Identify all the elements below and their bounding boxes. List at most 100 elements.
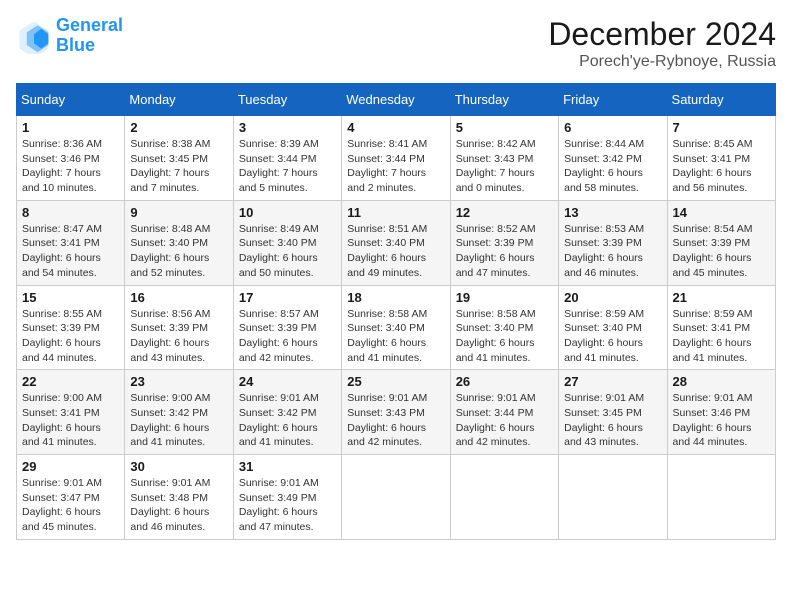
weekday-header-friday: Friday <box>559 84 667 116</box>
day-info: Sunrise: 8:55 AM Sunset: 3:39 PM Dayligh… <box>22 307 119 366</box>
day-number: 21 <box>673 290 770 305</box>
calendar-cell: 8Sunrise: 8:47 AM Sunset: 3:41 PM Daylig… <box>17 200 125 285</box>
calendar-cell: 17 Sunrise: 8:57 AM Sunset: 3:39 PM Dayli… <box>233 285 341 370</box>
day-number: 23 <box>130 374 227 389</box>
day-number: 6 <box>564 120 661 135</box>
calendar-cell: 12Sunrise: 8:52 AM Sunset: 3:39 PM Dayli… <box>450 200 558 285</box>
day-info: Sunrise: 8:49 AM Sunset: 3:40 PM Dayligh… <box>239 222 336 281</box>
day-number: 9 <box>130 205 227 220</box>
day-info: Sunrise: 8:48 AM Sunset: 3:40 PM Dayligh… <box>130 222 227 281</box>
weekday-header-sunday: Sunday <box>17 84 125 116</box>
day-number: 24 <box>239 374 336 389</box>
weekday-header-wednesday: Wednesday <box>342 84 450 116</box>
calendar-week-4: 22Sunrise: 9:00 AM Sunset: 3:41 PM Dayli… <box>17 370 776 455</box>
day-info: Sunrise: 9:01 AM Sunset: 3:43 PM Dayligh… <box>347 391 444 450</box>
day-info: Sunrise: 8:45 AM Sunset: 3:41 PM Dayligh… <box>673 137 770 196</box>
day-info: Sunrise: 8:57 AM Sunset: 3:39 PM Dayligh… <box>239 307 336 366</box>
weekday-header-saturday: Saturday <box>667 84 775 116</box>
calendar-week-5: 29 Sunrise: 9:01 AM Sunset: 3:47 PM Dayli… <box>17 455 776 540</box>
day-number: 2 <box>130 120 227 135</box>
logo-text-block: General Blue <box>56 16 123 56</box>
calendar-cell: 7 Sunrise: 8:45 AM Sunset: 3:41 PM Daylig… <box>667 116 775 201</box>
day-info: Sunrise: 8:52 AM Sunset: 3:39 PM Dayligh… <box>456 222 553 281</box>
calendar-cell <box>667 455 775 540</box>
day-info: Sunrise: 8:39 AM Sunset: 3:44 PM Dayligh… <box>239 137 336 196</box>
page-header: General Blue December 2024 Porech'ye-Ryb… <box>16 16 776 71</box>
day-number: 16 <box>130 290 227 305</box>
calendar-cell <box>342 455 450 540</box>
day-info: Sunrise: 8:51 AM Sunset: 3:40 PM Dayligh… <box>347 222 444 281</box>
day-info: Sunrise: 8:44 AM Sunset: 3:42 PM Dayligh… <box>564 137 661 196</box>
day-number: 5 <box>456 120 553 135</box>
day-info: Sunrise: 9:01 AM Sunset: 3:46 PM Dayligh… <box>673 391 770 450</box>
day-info: Sunrise: 8:54 AM Sunset: 3:39 PM Dayligh… <box>673 222 770 281</box>
day-number: 1 <box>22 120 119 135</box>
day-number: 8 <box>22 205 119 220</box>
day-info: Sunrise: 9:01 AM Sunset: 3:47 PM Dayligh… <box>22 476 119 535</box>
calendar-week-2: 8Sunrise: 8:47 AM Sunset: 3:41 PM Daylig… <box>17 200 776 285</box>
calendar-cell: 11 Sunrise: 8:51 AM Sunset: 3:40 PM Dayli… <box>342 200 450 285</box>
day-number: 11 <box>347 205 444 220</box>
day-info: Sunrise: 9:01 AM Sunset: 3:45 PM Dayligh… <box>564 391 661 450</box>
calendar-cell: 16 Sunrise: 8:56 AM Sunset: 3:39 PM Dayli… <box>125 285 233 370</box>
calendar-cell: 2 Sunrise: 8:38 AM Sunset: 3:45 PM Daylig… <box>125 116 233 201</box>
day-number: 7 <box>673 120 770 135</box>
logo-line2: Blue <box>56 35 95 55</box>
calendar-cell: 14 Sunrise: 8:54 AM Sunset: 3:39 PM Dayli… <box>667 200 775 285</box>
calendar-cell: 13Sunrise: 8:53 AM Sunset: 3:39 PM Dayli… <box>559 200 667 285</box>
day-number: 29 <box>22 459 119 474</box>
calendar-cell: 6 Sunrise: 8:44 AM Sunset: 3:42 PM Daylig… <box>559 116 667 201</box>
calendar-cell <box>559 455 667 540</box>
day-number: 19 <box>456 290 553 305</box>
month-title: December 2024 <box>548 16 776 53</box>
day-info: Sunrise: 9:01 AM Sunset: 3:42 PM Dayligh… <box>239 391 336 450</box>
calendar-header-row: SundayMondayTuesdayWednesdayThursdayFrid… <box>17 84 776 116</box>
calendar-cell: 21Sunrise: 8:59 AM Sunset: 3:41 PM Dayli… <box>667 285 775 370</box>
day-number: 25 <box>347 374 444 389</box>
day-info: Sunrise: 8:53 AM Sunset: 3:39 PM Dayligh… <box>564 222 661 281</box>
day-info: Sunrise: 9:00 AM Sunset: 3:41 PM Dayligh… <box>22 391 119 450</box>
calendar-cell: 3 Sunrise: 8:39 AM Sunset: 3:44 PM Daylig… <box>233 116 341 201</box>
day-info: Sunrise: 8:59 AM Sunset: 3:40 PM Dayligh… <box>564 307 661 366</box>
day-info: Sunrise: 8:36 AM Sunset: 3:46 PM Dayligh… <box>22 137 119 196</box>
day-info: Sunrise: 8:56 AM Sunset: 3:39 PM Dayligh… <box>130 307 227 366</box>
day-number: 30 <box>130 459 227 474</box>
day-info: Sunrise: 8:41 AM Sunset: 3:44 PM Dayligh… <box>347 137 444 196</box>
day-number: 17 <box>239 290 336 305</box>
day-info: Sunrise: 8:58 AM Sunset: 3:40 PM Dayligh… <box>347 307 444 366</box>
weekday-header-thursday: Thursday <box>450 84 558 116</box>
calendar-cell: 5 Sunrise: 8:42 AM Sunset: 3:43 PM Daylig… <box>450 116 558 201</box>
calendar-cell: 26Sunrise: 9:01 AM Sunset: 3:44 PM Dayli… <box>450 370 558 455</box>
location-title: Porech'ye-Rybnoye, Russia <box>548 53 776 71</box>
logo-line1: General <box>56 15 123 35</box>
day-number: 18 <box>347 290 444 305</box>
logo: General Blue <box>16 16 123 56</box>
day-info: Sunrise: 9:01 AM Sunset: 3:48 PM Dayligh… <box>130 476 227 535</box>
title-area: December 2024 Porech'ye-Rybnoye, Russia <box>548 16 776 71</box>
calendar-cell: 23Sunrise: 9:00 AM Sunset: 3:42 PM Dayli… <box>125 370 233 455</box>
day-info: Sunrise: 8:42 AM Sunset: 3:43 PM Dayligh… <box>456 137 553 196</box>
day-info: Sunrise: 8:58 AM Sunset: 3:40 PM Dayligh… <box>456 307 553 366</box>
calendar-cell: 27Sunrise: 9:01 AM Sunset: 3:45 PM Dayli… <box>559 370 667 455</box>
day-number: 31 <box>239 459 336 474</box>
calendar-cell: 19 Sunrise: 8:58 AM Sunset: 3:40 PM Dayli… <box>450 285 558 370</box>
weekday-header-monday: Monday <box>125 84 233 116</box>
calendar-cell: 1 Sunrise: 8:36 AM Sunset: 3:46 PM Daylig… <box>17 116 125 201</box>
day-number: 26 <box>456 374 553 389</box>
calendar-cell: 28 Sunrise: 9:01 AM Sunset: 3:46 PM Dayli… <box>667 370 775 455</box>
calendar-cell: 20 Sunrise: 8:59 AM Sunset: 3:40 PM Dayli… <box>559 285 667 370</box>
day-info: Sunrise: 8:38 AM Sunset: 3:45 PM Dayligh… <box>130 137 227 196</box>
day-number: 20 <box>564 290 661 305</box>
calendar-cell: 24 Sunrise: 9:01 AM Sunset: 3:42 PM Dayli… <box>233 370 341 455</box>
calendar-cell: 18 Sunrise: 8:58 AM Sunset: 3:40 PM Dayli… <box>342 285 450 370</box>
logo-text: General Blue <box>56 16 123 56</box>
logo-icon <box>16 18 52 54</box>
calendar-cell: 15 Sunrise: 8:55 AM Sunset: 3:39 PM Dayli… <box>17 285 125 370</box>
day-number: 28 <box>673 374 770 389</box>
day-number: 14 <box>673 205 770 220</box>
calendar-week-1: 1 Sunrise: 8:36 AM Sunset: 3:46 PM Daylig… <box>17 116 776 201</box>
calendar-cell <box>450 455 558 540</box>
weekday-header-tuesday: Tuesday <box>233 84 341 116</box>
day-number: 15 <box>22 290 119 305</box>
day-number: 3 <box>239 120 336 135</box>
